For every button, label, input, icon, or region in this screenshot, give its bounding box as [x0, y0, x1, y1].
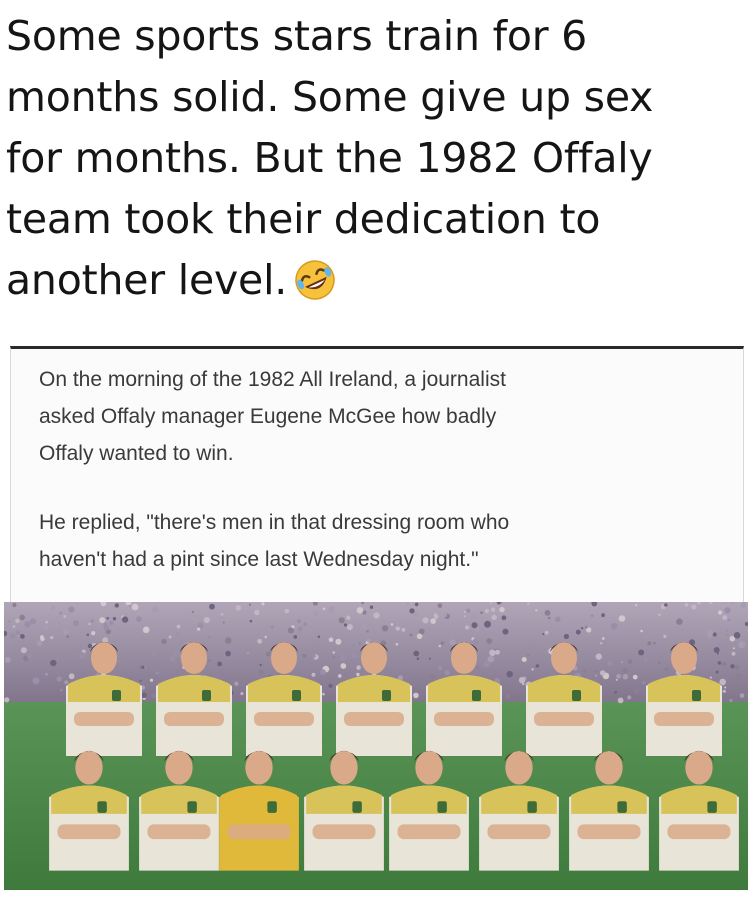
quote-card: On the morning of the 1982 All Ireland, …: [10, 346, 744, 602]
laughing-emoji-icon: [293, 258, 337, 302]
quote-paragraph-2: He replied, "there's men in that dressin…: [39, 511, 510, 571]
caption-line: Some sports stars train for 6: [6, 12, 588, 60]
caption-line: team took their dedication to: [6, 195, 601, 243]
post-caption: Some sports stars train for 6 months sol…: [6, 6, 736, 311]
caption-line: months solid. Some give up sex: [6, 73, 654, 121]
caption-line: for months. But the 1982 Offaly: [6, 134, 653, 182]
team-photo: [4, 602, 748, 890]
bottom-margin: [0, 890, 748, 903]
quote-paragraph-1: On the morning of the 1982 All Ireland, …: [39, 368, 506, 465]
team-photo-image: [4, 602, 748, 890]
caption-line-last: another level.: [6, 250, 736, 311]
